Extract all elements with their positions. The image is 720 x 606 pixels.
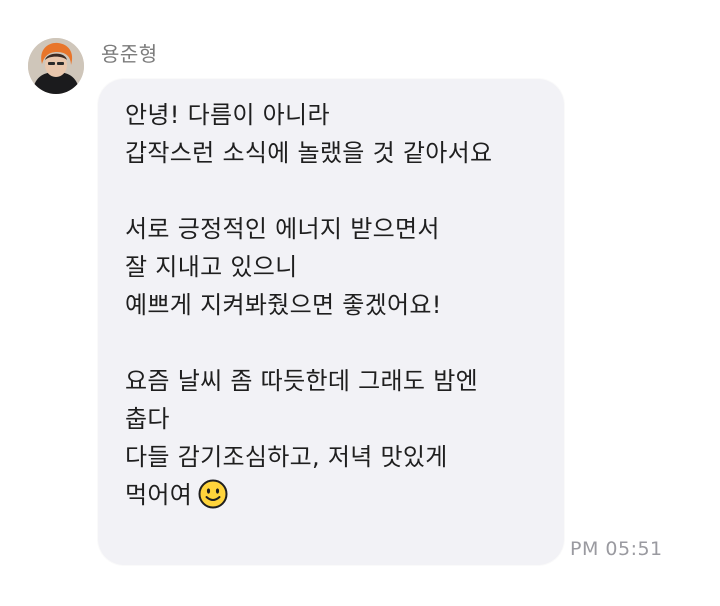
message-line: 다들 감기조심하고, 저녁 맛있게: [125, 443, 448, 471]
avatar[interactable]: [28, 38, 84, 94]
message-line: 요즘 날씨 좀 따듯한데 그래도 밤엔: [125, 367, 478, 395]
message-line: 갑작스런 소식에 놀랬을 것 같아서요: [125, 139, 493, 167]
message-line: 서로 긍정적인 에너지 받으면서: [125, 215, 440, 243]
message-last-line: 먹어여: [125, 476, 555, 514]
message-line: 예쁘게 지켜봐줬으면 좋겠어요!: [125, 291, 442, 319]
profile-photo-icon: [28, 38, 84, 94]
message-line: 잘 지내고 있으니: [125, 253, 298, 281]
sender-name: 용준형: [101, 42, 158, 66]
message-timestamp: PM 05:51: [570, 538, 663, 560]
message-line: 안녕! 다름이 아니라: [125, 101, 330, 129]
smiling-face-icon: [198, 479, 228, 520]
message-line: 먹어여: [125, 481, 193, 509]
chat-screen: 용준형 안녕! 다름이 아니라 갑작스런 소식에 놀랬을 것 같아서요 서로 긍…: [0, 0, 720, 606]
message-text: 안녕! 다름이 아니라 갑작스런 소식에 놀랬을 것 같아서요 서로 긍정적인 …: [125, 96, 555, 514]
message-line: 춥다: [125, 405, 170, 433]
